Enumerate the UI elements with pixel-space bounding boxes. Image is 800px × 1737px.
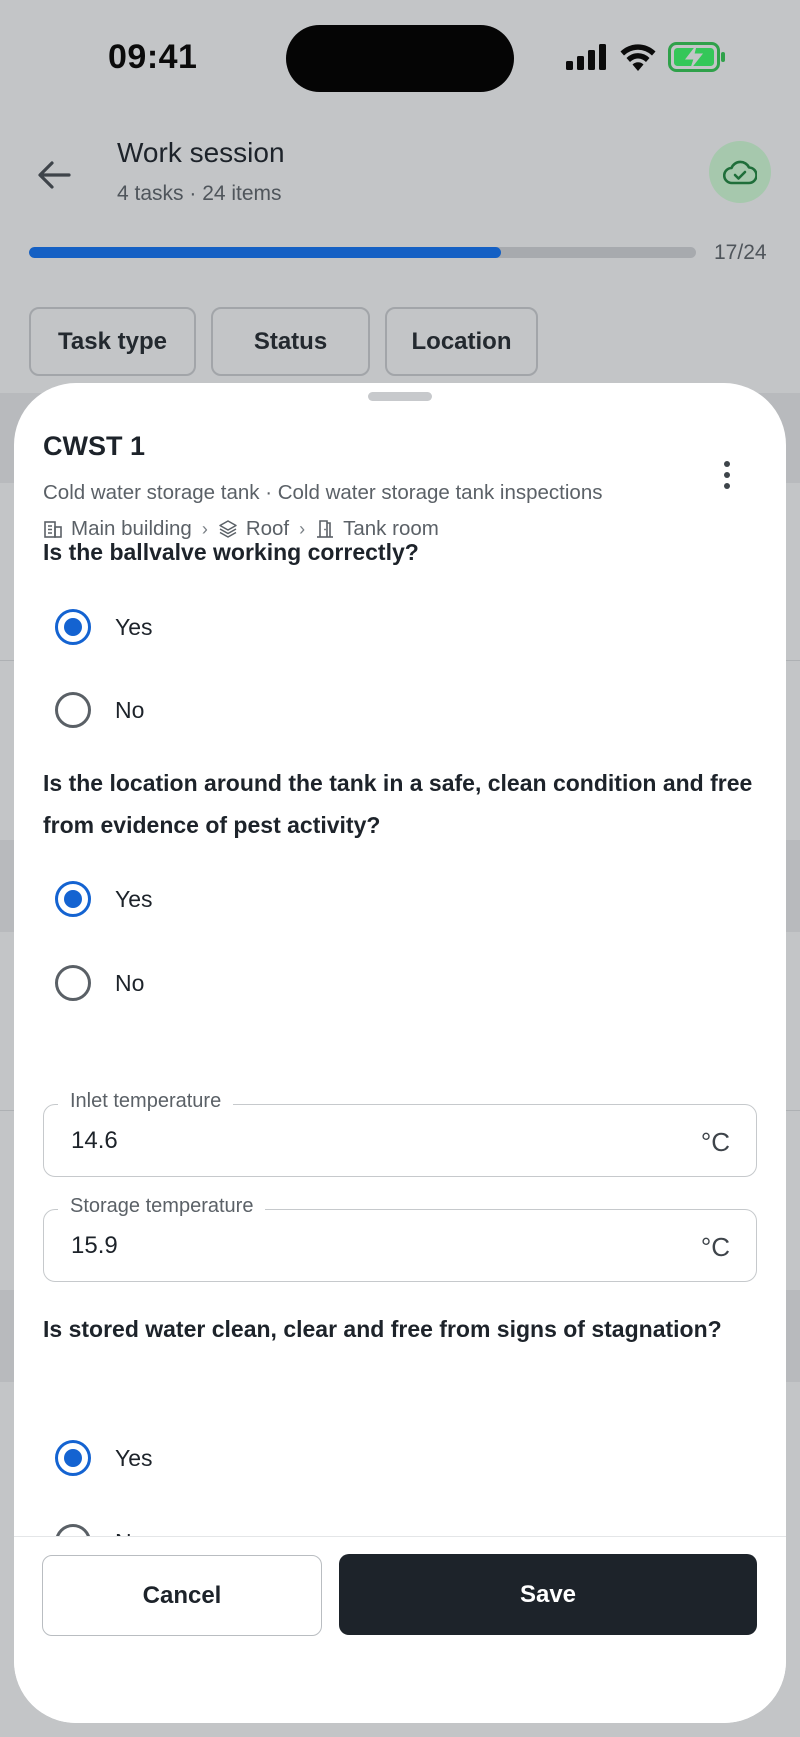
filter-chip-location[interactable]: Location — [385, 307, 538, 376]
field-unit: °C — [700, 1232, 730, 1262]
field-label: Inlet temperature — [58, 1090, 234, 1113]
status-bar: 09:41 — [0, 0, 800, 115]
field-value[interactable]: 15.9 — [71, 1232, 118, 1260]
app-bar: Work session 4 tasks · 24 items — [0, 115, 800, 230]
page-subtitle: 4 tasks · 24 items — [117, 182, 282, 205]
task-bottom-sheet: CWST 1 Cold water storage tank · Cold wa… — [14, 383, 786, 1723]
save-button[interactable]: Save — [339, 1554, 757, 1635]
more-vertical-icon-dot — [724, 483, 730, 489]
arrow-left-icon — [38, 161, 71, 189]
question-3-option-yes[interactable]: Yes — [55, 1433, 153, 1483]
option-label: Yes — [115, 613, 153, 640]
radio-selected-icon[interactable] — [55, 1440, 91, 1476]
filter-chip-status[interactable]: Status — [211, 307, 370, 376]
question-2-option-no[interactable]: No — [55, 958, 144, 1008]
radio-unselected-icon[interactable] — [55, 965, 91, 1001]
option-label: Yes — [115, 1444, 153, 1471]
wifi-icon — [620, 43, 656, 71]
option-label: No — [115, 969, 145, 996]
sheet-drag-handle[interactable] — [368, 392, 432, 401]
storage-temperature-field[interactable]: Storage temperature 15.9 °C — [43, 1195, 757, 1282]
sync-button[interactable] — [709, 141, 771, 203]
question-3-text: Is stored water clean, clear and free fr… — [43, 1316, 722, 1342]
session-progress-bar — [29, 247, 696, 258]
cancel-button[interactable]: Cancel — [42, 1555, 322, 1636]
filter-chip-task-type[interactable]: Task type — [29, 307, 196, 376]
option-label: Yes — [115, 885, 153, 912]
radio-selected-icon[interactable] — [55, 609, 91, 645]
field-value[interactable]: 14.6 — [71, 1127, 118, 1155]
sheet-footer: Cancel Save — [14, 1536, 786, 1723]
question-1-text: Is the ballvalve working correctly? — [43, 539, 419, 565]
more-vertical-icon — [724, 461, 730, 467]
radio-selected-icon[interactable] — [55, 881, 91, 917]
more-options-button[interactable] — [714, 455, 740, 495]
battery-charging-icon — [668, 42, 725, 72]
session-progress-label: 17/24 — [714, 241, 767, 264]
question-2-text: Is the location around the tank in a saf… — [43, 770, 753, 838]
inlet-temperature-field[interactable]: Inlet temperature 14.6 °C — [43, 1090, 757, 1177]
radio-unselected-icon[interactable] — [55, 692, 91, 728]
cellular-signal-icon — [566, 44, 606, 70]
question-1-option-yes[interactable]: Yes — [55, 602, 153, 652]
session-progress-fill — [29, 247, 502, 258]
filter-chips: Task type Status Location — [29, 307, 538, 376]
cloud-check-icon — [723, 160, 757, 185]
asset-title: CWST 1 — [43, 431, 146, 461]
field-label: Storage temperature — [58, 1195, 266, 1218]
page-title: Work session — [117, 137, 285, 168]
more-vertical-icon-dot — [724, 472, 730, 478]
status-icons — [566, 40, 726, 74]
field-unit: °C — [700, 1127, 730, 1157]
asset-subtitle: Cold water storage tank · Cold water sto… — [43, 481, 603, 504]
question-1-option-no[interactable]: No — [55, 685, 144, 735]
question-2-option-yes[interactable]: Yes — [55, 874, 153, 924]
dynamic-island — [286, 25, 514, 92]
option-label: No — [115, 696, 145, 723]
status-time: 09:41 — [108, 38, 198, 76]
back-button[interactable] — [32, 153, 76, 197]
